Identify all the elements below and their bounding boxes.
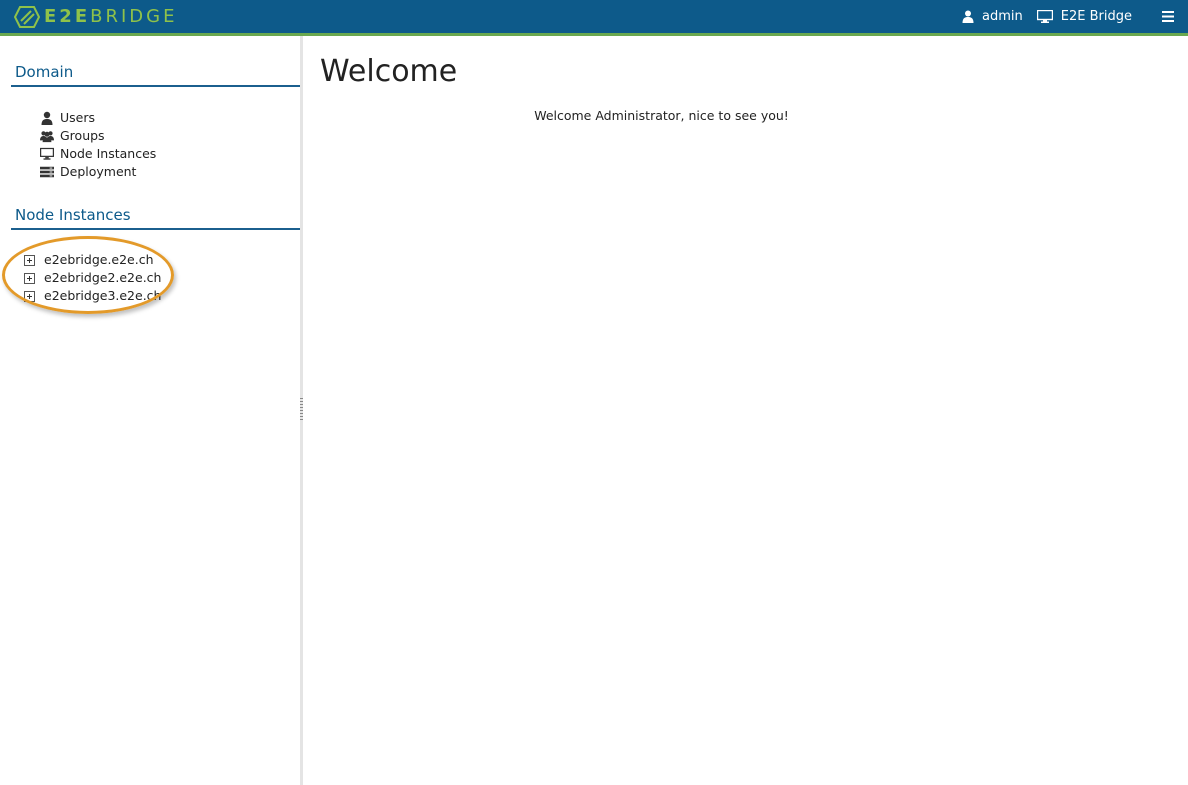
hamburger-menu-icon[interactable] — [1162, 11, 1174, 22]
monitor-icon — [40, 147, 54, 160]
user-icon — [962, 10, 974, 23]
sidebar-item-label: Node Instances — [60, 146, 157, 161]
top-header: E2EBRIDGE admin E2E Bridge — [0, 0, 1188, 36]
sidebar-item-node-instances[interactable]: Node Instances — [40, 145, 156, 163]
logo-text-bold: E2E — [44, 5, 91, 27]
node-instances-section-title: Node Instances — [11, 206, 300, 230]
highlight-ellipse-annotation — [2, 236, 174, 314]
sidebar-item-deployment[interactable]: Deployment — [40, 163, 156, 181]
main-content: Welcome Welcome Administrator, nice to s… — [303, 36, 1188, 785]
logo-text: E2EBRIDGE — [44, 5, 178, 27]
sidebar-item-label: Deployment — [60, 164, 137, 179]
page-title: Welcome — [320, 54, 458, 89]
welcome-message: Welcome Administrator, nice to see you! — [534, 108, 789, 123]
logo-mark-icon — [14, 5, 40, 28]
system-menu[interactable]: E2E Bridge — [1036, 9, 1132, 24]
sidebar-item-users[interactable]: Users — [40, 109, 156, 127]
sidebar-item-groups[interactable]: Groups — [40, 127, 156, 145]
e2e-bridge-logo[interactable]: E2EBRIDGE — [14, 0, 177, 33]
users-group-icon — [40, 131, 54, 143]
user-menu[interactable]: admin — [962, 9, 1023, 24]
logo-text-light: BRIDGE — [90, 5, 178, 27]
domain-list: Users Groups Node Instances Deployment — [40, 109, 156, 181]
server-stack-icon — [40, 166, 54, 178]
sidebar: Domain Users Groups Node Instances Deplo… — [0, 36, 303, 785]
user-label: admin — [982, 9, 1023, 24]
monitor-icon — [1036, 10, 1053, 23]
domain-section-title: Domain — [11, 63, 300, 87]
user-icon — [41, 111, 53, 125]
header-right: admin E2E Bridge — [962, 0, 1188, 33]
sidebar-item-label: Groups — [60, 128, 105, 143]
sidebar-item-label: Users — [60, 110, 96, 125]
system-label: E2E Bridge — [1060, 9, 1132, 24]
